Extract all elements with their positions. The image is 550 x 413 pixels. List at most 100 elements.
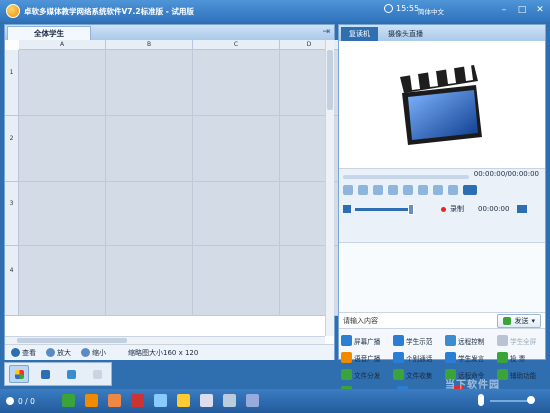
send-button[interactable]: 发送 ▾ <box>497 313 541 328</box>
file-send-icon <box>341 369 352 380</box>
zoom-out-button[interactable]: 缩小 <box>81 348 106 358</box>
message-area[interactable] <box>339 243 545 313</box>
private-call-button[interactable]: 个别通话 <box>393 349 445 366</box>
zoom-in-icon <box>46 348 55 357</box>
file-collect-button[interactable]: 文件收集 <box>393 366 445 383</box>
file-send-button[interactable]: 文件分发 <box>341 366 393 383</box>
vote-button[interactable]: 投 票 <box>497 349 549 366</box>
student-cell[interactable] <box>193 246 280 316</box>
play-icon[interactable] <box>373 185 383 195</box>
send-icon <box>503 316 512 325</box>
function-label: 远程控制 <box>458 337 485 346</box>
horizontal-scrollbar[interactable] <box>5 336 325 344</box>
window-title: 卓软多媒体教学网络系统软件V7.2标准版 - 试用版 <box>24 6 194 16</box>
function-label: 学生发言 <box>458 354 485 363</box>
class-tab-row: 全体学生 ⇥ <box>5 25 334 40</box>
black-screen-icon[interactable] <box>131 394 144 407</box>
signal-icon[interactable] <box>358 185 368 195</box>
student-cell[interactable] <box>19 246 106 316</box>
tab-camera-live[interactable]: 摄像头直播 <box>380 27 431 41</box>
open-folder-icon[interactable] <box>343 185 353 195</box>
student-grid: ABCD1234 <box>5 40 339 336</box>
student-cell[interactable] <box>193 182 280 246</box>
message-input-row: 请输入内容 发送 ▾ <box>339 313 545 329</box>
student-cell[interactable] <box>106 116 193 182</box>
volume-knob[interactable] <box>408 203 414 215</box>
progress-bar[interactable] <box>343 175 469 179</box>
chevron-down-icon[interactable]: ▾ <box>531 317 535 325</box>
message-input[interactable]: 请输入内容 <box>343 316 378 326</box>
view-label: 查看 <box>22 348 36 357</box>
row-header: 2 <box>5 116 19 182</box>
tab-repeater[interactable]: 复读机 <box>341 27 378 41</box>
send-label: 发送 <box>514 316 529 325</box>
lock-screen-icon[interactable] <box>108 394 121 407</box>
vertical-scrollbar[interactable] <box>325 40 334 336</box>
repeater-player: 00:00:00/00:00:00 录制 00:00:00 <box>339 169 545 243</box>
voice-broadcast-button[interactable]: 语音广播 <box>341 349 393 366</box>
student-demo-button[interactable]: 学生示范 <box>393 332 445 349</box>
screen-broadcast-icon <box>341 335 352 346</box>
user-icon <box>6 397 14 405</box>
microphone-icon[interactable] <box>478 394 484 406</box>
scroll-thumb[interactable] <box>17 338 127 343</box>
screen-broadcast-button[interactable]: 屏幕广播 <box>341 332 393 349</box>
student-cell[interactable] <box>193 116 280 182</box>
taskbar: 0 / 0 <box>0 389 550 413</box>
tab-all-students[interactable]: 全体学生 <box>7 26 91 40</box>
close-icon[interactable]: ✕ <box>534 4 546 16</box>
record-button[interactable]: 录制 <box>450 204 464 214</box>
group-view-button[interactable] <box>61 365 81 383</box>
student-cell[interactable] <box>19 182 106 246</box>
media-preview <box>339 41 545 169</box>
student-speak-button[interactable]: 学生发言 <box>445 349 497 366</box>
pin-icon[interactable]: ⇥ <box>322 27 330 37</box>
function-label: 辅助功能 <box>510 371 537 380</box>
repeat-icon[interactable] <box>433 185 443 195</box>
mark-b-icon[interactable] <box>418 185 428 195</box>
scroll-thumb[interactable] <box>327 50 333 110</box>
monitor-icon[interactable] <box>154 394 167 407</box>
doc-view-button[interactable] <box>87 365 107 383</box>
mark-a-icon[interactable] <box>403 185 413 195</box>
help-icon[interactable] <box>246 394 259 407</box>
view-mode-bar <box>4 362 112 386</box>
blackboard-icon[interactable] <box>62 394 75 407</box>
vote-icon <box>497 352 508 363</box>
minimize-icon[interactable]: – <box>498 4 510 16</box>
pen-icon[interactable] <box>85 394 98 407</box>
list-view-button[interactable] <box>35 365 55 383</box>
thumbnail-view-button[interactable] <box>9 365 29 383</box>
watermark: 当下软件园 <box>445 380 500 391</box>
remote-control-button[interactable]: 远程控制 <box>445 332 497 349</box>
assist-button[interactable]: 辅助功能 <box>497 366 549 383</box>
info-icon <box>11 348 20 357</box>
online-count-text: 0 / 0 <box>18 396 35 406</box>
title-bar: 卓软多媒体教学网络系统软件V7.2标准版 - 试用版 15:55 简体中文 – … <box>0 0 550 22</box>
folder-icon[interactable] <box>517 205 528 213</box>
maximize-icon[interactable]: □ <box>516 4 528 16</box>
settings-icon[interactable] <box>223 394 236 407</box>
screen-icon[interactable] <box>463 185 477 195</box>
student-cell[interactable] <box>19 116 106 182</box>
side-panel: 复读机 摄像头直播 00:00:00/00:00:00 录制 00:00:00 … <box>338 24 546 397</box>
thumb-size-label: 缩略图大小160 x 120 <box>128 348 199 357</box>
volume-slider[interactable] <box>355 203 414 215</box>
view-button[interactable]: 查看 <box>11 348 36 358</box>
student-cell[interactable] <box>106 246 193 316</box>
speaker-icon <box>343 205 351 213</box>
student-cell[interactable] <box>19 50 106 116</box>
chat-icon[interactable] <box>200 394 213 407</box>
language-select[interactable]: 简体中文 <box>418 6 444 16</box>
student-cell[interactable] <box>106 50 193 116</box>
private-call-icon <box>393 352 404 363</box>
mic-volume-slider[interactable] <box>490 396 535 404</box>
zoom-in-button[interactable]: 放大 <box>46 348 71 358</box>
stop-icon[interactable] <box>388 185 398 195</box>
hand-icon[interactable] <box>177 394 190 407</box>
player-controls <box>343 185 477 195</box>
student-cell[interactable] <box>106 182 193 246</box>
bookmark-icon[interactable] <box>448 185 458 195</box>
view-status-row: 查看 放大 缩小 缩略图大小160 x 120 <box>5 344 334 360</box>
student-cell[interactable] <box>193 50 280 116</box>
